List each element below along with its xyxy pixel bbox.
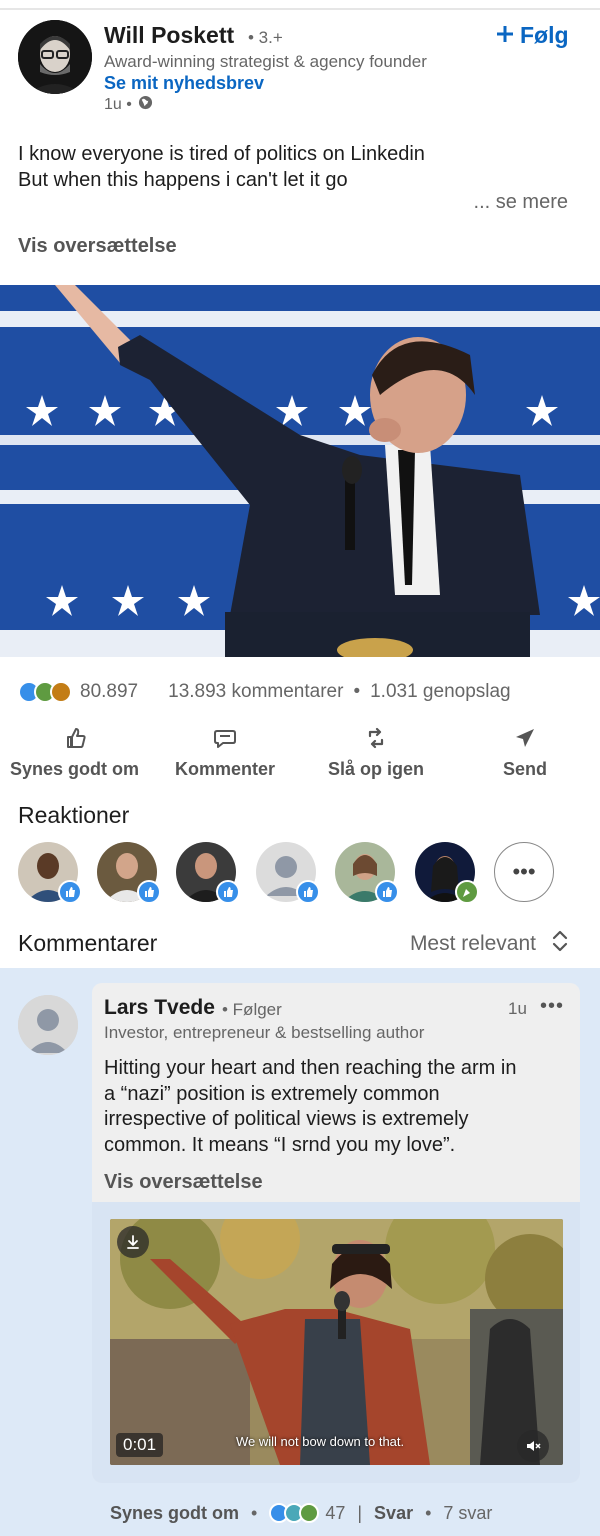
translate-post-link[interactable]: Vis oversættelse xyxy=(18,235,177,258)
post-image[interactable] xyxy=(0,285,600,657)
comment-text: Hitting your heart and then reaching the… xyxy=(104,1056,574,1158)
separator-pipe: | xyxy=(357,1502,363,1523)
author-headline: Award-winning strategist & agency founde… xyxy=(104,52,427,71)
comment-video[interactable] xyxy=(110,1219,563,1465)
post-text: I know everyone is tired of politics on … xyxy=(18,141,578,193)
send-label: Send xyxy=(503,759,548,779)
commenter-follow-status: • Følger xyxy=(222,1000,282,1019)
comment-label: Kommenter xyxy=(175,759,276,779)
reaction-icons[interactable] xyxy=(18,681,72,703)
more-reactors-button[interactable]: ••• xyxy=(494,842,554,902)
reactor-avatar[interactable] xyxy=(18,842,82,904)
repost-button[interactable]: Slå op igen xyxy=(328,726,424,780)
reply-button[interactable]: Svar xyxy=(374,1503,413,1524)
comment-translate-link[interactable]: Vis oversættelse xyxy=(104,1171,263,1194)
comment-text-line: a “nazi” position is extremely common xyxy=(104,1082,440,1105)
see-more-link[interactable]: ... se mere xyxy=(474,191,568,214)
globe-icon xyxy=(138,95,153,115)
separator-dot: • xyxy=(353,681,361,702)
comment-sort-select[interactable]: Mest relevant xyxy=(410,930,568,958)
connection-degree: • 3.+ xyxy=(248,28,283,47)
like-badge-icon xyxy=(58,880,82,904)
post-action-bar: Synes godt om Kommenter Slå op igen Send xyxy=(0,726,600,782)
post-time: 1u • xyxy=(104,96,132,113)
comment-text-line: Hitting your heart and then reaching the… xyxy=(104,1057,517,1079)
plus-icon xyxy=(496,22,514,49)
video-caption: We will not bow down to that. xyxy=(236,1434,405,1449)
reaction-count[interactable]: 80.897 xyxy=(80,681,138,703)
comment-action-bar: Synes godt om • 47 | Svar • 7 svar xyxy=(110,1500,492,1526)
social-counts: 80.897 13.893 kommentarer • 1.031 genops… xyxy=(18,678,588,706)
celebrate-badge-icon xyxy=(455,880,479,904)
video-timestamp: 0:01 xyxy=(116,1433,164,1457)
comment-icon xyxy=(213,726,237,759)
sort-chevron-icon xyxy=(552,930,568,958)
comment-reaction-icons[interactable] xyxy=(269,1503,320,1523)
reactor-avatar[interactable] xyxy=(415,842,479,904)
follow-button[interactable]: Følg xyxy=(496,22,569,49)
newsletter-link[interactable]: Se mit nyhedsbrev xyxy=(104,73,264,94)
post-text-line: But when this happens i can't let it go xyxy=(18,169,348,191)
replies-count[interactable]: 7 svar xyxy=(443,1503,492,1524)
comment-button[interactable]: Kommenter xyxy=(175,726,275,780)
celebrate-reaction-icon xyxy=(299,1503,320,1523)
reactions-heading: Reaktioner xyxy=(18,802,130,828)
thumbs-up-icon xyxy=(63,726,87,759)
author-avatar[interactable] xyxy=(18,20,92,94)
follow-label: Følg xyxy=(520,22,569,48)
comment-text-line: common. It means “I srnd you my love”. xyxy=(104,1133,456,1156)
post-text-line: I know everyone is tired of politics on … xyxy=(18,143,425,165)
commenter-headline: Investor, entrepreneur & bestselling aut… xyxy=(104,1023,425,1042)
send-icon xyxy=(513,726,537,759)
like-badge-icon xyxy=(296,880,320,904)
comment-menu-button[interactable]: ••• xyxy=(540,995,564,1018)
post-meta: 1u • xyxy=(104,95,153,115)
like-label: Synes godt om xyxy=(10,759,140,779)
mute-icon[interactable] xyxy=(517,1430,549,1462)
comment-text-line: irrespective of political views is extre… xyxy=(104,1108,469,1130)
reactor-avatar[interactable] xyxy=(335,842,399,904)
top-divider xyxy=(0,8,600,10)
reactor-avatar[interactable] xyxy=(176,842,240,904)
comments-count[interactable]: 13.893 kommentarer xyxy=(168,681,343,703)
download-icon[interactable] xyxy=(117,1226,149,1258)
like-badge-icon xyxy=(216,880,240,904)
separator-dot: • xyxy=(425,1502,432,1523)
reactor-avatar[interactable] xyxy=(256,842,320,904)
repost-icon xyxy=(364,726,388,759)
repost-label: Slå op igen xyxy=(328,759,425,779)
funny-reaction-icon xyxy=(50,681,72,703)
commenter-name[interactable]: Lars Tvede xyxy=(104,996,215,1020)
commenter-avatar[interactable] xyxy=(18,995,78,1055)
like-badge-icon xyxy=(375,880,399,904)
like-badge-icon xyxy=(137,880,161,904)
comments-heading: Kommentarer xyxy=(18,930,158,956)
reposts-count[interactable]: 1.031 genopslag xyxy=(370,681,511,703)
author-name[interactable]: Will Poskett xyxy=(104,22,234,49)
reactor-avatar[interactable] xyxy=(97,842,161,904)
comment-like-button[interactable]: Synes godt om xyxy=(110,1503,239,1524)
send-button[interactable]: Send xyxy=(503,726,547,780)
comment-time: 1u xyxy=(508,999,527,1018)
like-button[interactable]: Synes godt om xyxy=(10,726,139,780)
separator-dot: • xyxy=(251,1502,258,1523)
sort-label: Mest relevant xyxy=(409,932,536,955)
comment-reaction-count[interactable]: 47 xyxy=(325,1503,345,1524)
